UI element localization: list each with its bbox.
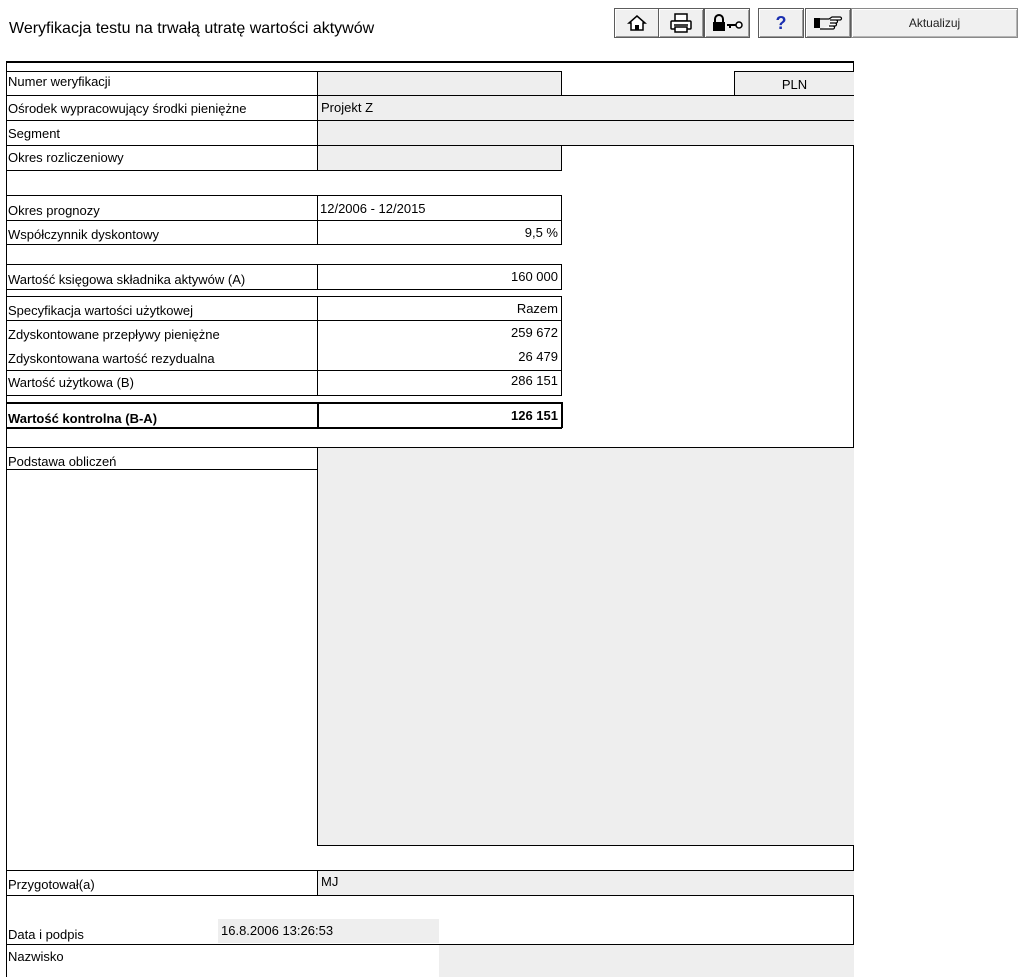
divider: [6, 244, 562, 245]
spec-value: Razem: [516, 301, 558, 316]
divider: [317, 296, 318, 396]
date-value: 16.8.2006 13:26:53: [221, 923, 334, 938]
cash-center-value: Projekt Z: [321, 100, 374, 115]
page-title: Weryfikacja testu na trwałą utratę warto…: [9, 20, 375, 37]
discount-label: Współczynnik dyskontowy: [8, 227, 159, 242]
help-icon: ?: [776, 13, 787, 33]
divider: [6, 370, 562, 371]
divider: [6, 195, 562, 196]
divider: [561, 296, 562, 396]
currency-field[interactable]: PLN: [734, 71, 854, 96]
divider: [561, 264, 562, 290]
book-value-value[interactable]: 160 000: [320, 268, 558, 286]
divider: [6, 895, 854, 896]
divider: [6, 264, 562, 265]
pointer-button[interactable]: [805, 8, 851, 38]
residual-value: 26 479: [518, 349, 558, 364]
divider: [6, 402, 562, 404]
name-field[interactable]: [439, 945, 854, 977]
divider: [317, 402, 319, 428]
divider: [6, 71, 317, 72]
divider: [6, 220, 562, 221]
control-value-label: Wartość kontrolna (B-A): [8, 411, 158, 426]
use-value-value: 286 151: [511, 373, 558, 388]
divider: [6, 395, 562, 396]
spec-label: Specyfikacja wartości użytkowej: [8, 303, 193, 318]
frame-top-line: [6, 61, 854, 63]
use-value-label: Wartość użytkowa (B): [8, 375, 134, 390]
divider: [6, 170, 317, 171]
divider: [561, 402, 563, 428]
cash-center-label: Ośrodek wypracowujący środki pieniężne: [8, 101, 247, 116]
help-button[interactable]: ?: [758, 8, 804, 38]
update-button[interactable]: Aktualizuj: [851, 8, 1018, 38]
print-icon: [670, 13, 692, 33]
date-field[interactable]: 16.8.2006 13:26:53: [218, 919, 439, 943]
home-button[interactable]: [614, 8, 660, 38]
residual-label: Zdyskontowana wartość rezydualna: [8, 351, 215, 366]
segment-label: Segment: [8, 126, 61, 141]
pointing-hand-icon: [814, 16, 843, 30]
verification-number-label: Numer weryfikacji: [8, 74, 111, 89]
svg-text:?: ?: [776, 13, 787, 33]
prepared-label: Przygotował(a): [8, 877, 95, 892]
print-button[interactable]: [658, 8, 704, 38]
basis-textarea[interactable]: [317, 448, 854, 846]
home-icon: [627, 15, 647, 31]
divider: [6, 469, 317, 470]
prepared-field[interactable]: MJ: [317, 871, 854, 895]
cash-flows-label: Zdyskontowane przepływy pieniężne: [8, 327, 220, 342]
divider: [317, 264, 318, 290]
forecast-value[interactable]: 12/2006 - 12/2015: [320, 200, 426, 218]
prepared-value: MJ: [321, 874, 339, 889]
date-label: Data i podpis: [8, 927, 84, 942]
cash-flows-value: 259 672: [511, 325, 558, 340]
verification-number-field[interactable]: [317, 71, 562, 96]
segment-field[interactable]: [317, 121, 854, 145]
control-value-value: 126 151: [511, 408, 558, 423]
period-label: Okres rozliczeniowy: [8, 150, 124, 165]
divider: [6, 427, 562, 429]
book-value-label: Wartość księgowa składnika aktywów (A): [8, 272, 246, 287]
lock-button[interactable]: [704, 8, 750, 38]
forecast-label: Okres prognozy: [8, 203, 100, 218]
period-field[interactable]: [317, 146, 562, 171]
divider: [6, 320, 562, 321]
cash-center-field[interactable]: Projekt Z: [317, 96, 854, 120]
name-label: Nazwisko: [8, 949, 64, 964]
lock-key-icon: [713, 14, 743, 31]
divider: [6, 296, 562, 297]
discount-value[interactable]: 9,5 %: [320, 224, 558, 242]
divider: [6, 289, 562, 290]
